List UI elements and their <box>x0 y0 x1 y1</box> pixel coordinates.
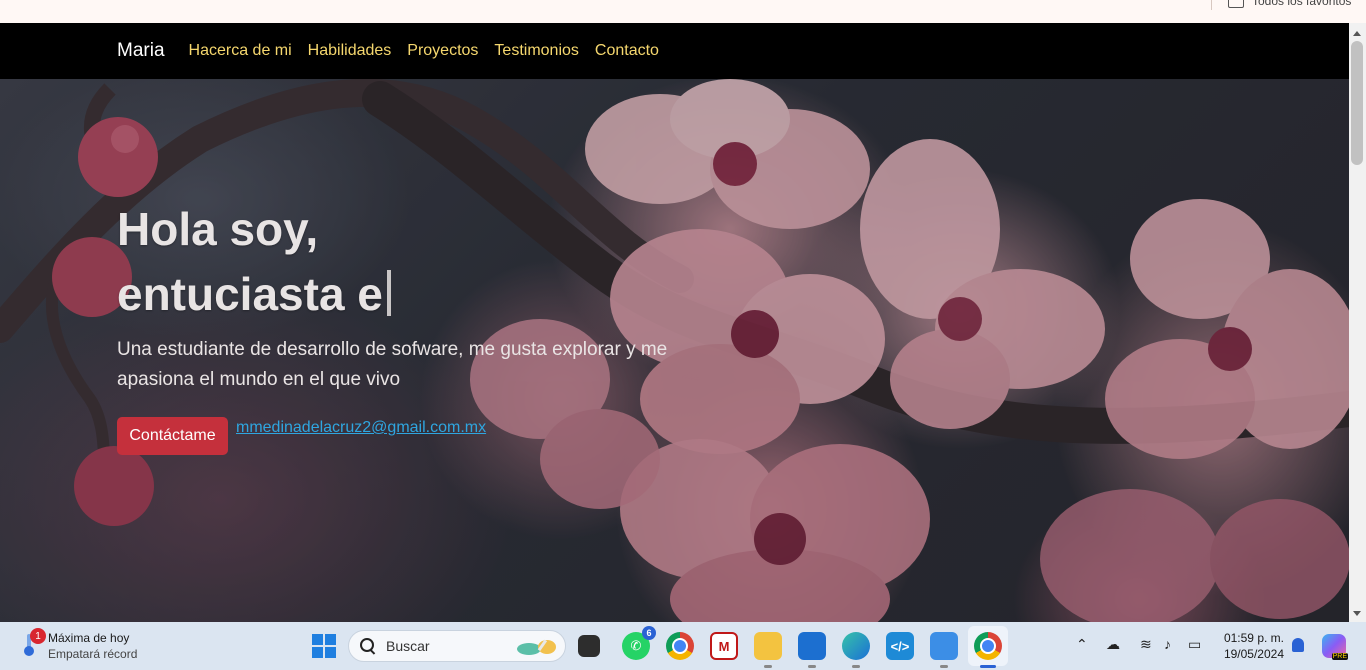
whatsapp-badge: 6 <box>642 626 656 640</box>
hero-description: Una estudiante de desarrollo de sofware,… <box>117 339 668 390</box>
contact-button[interactable]: Contáctame <box>117 417 228 455</box>
all-bookmarks-label: Todos los favoritos <box>1252 0 1352 8</box>
scroll-up-arrow-icon[interactable] <box>1353 31 1361 36</box>
vscode-icon[interactable]: </> <box>886 632 914 660</box>
weather-widget[interactable]: 1 Máxima de hoy Empatará récord <box>20 628 137 662</box>
nav-link-skills[interactable]: Habilidades <box>308 42 392 60</box>
clock-date: 19/05/2024 <box>1223 647 1284 661</box>
typing-text: entuciasta e <box>117 268 383 320</box>
hero-title: Hola soy, entuciasta e <box>117 197 737 327</box>
bookmarks-separator <box>1211 0 1212 10</box>
whatsapp-glyph: ✆ <box>630 638 642 653</box>
weather-alert-badge: 1 <box>30 628 46 644</box>
copilot-icon[interactable]: PRE <box>1322 634 1348 660</box>
notification-bell-icon[interactable] <box>1292 638 1304 652</box>
hero-section: Hola soy, entuciasta e Una estudiante de… <box>0 79 1349 622</box>
bookmarks-bar: Todos los favoritos <box>0 0 1366 23</box>
hero-actions: Contáctame mmedinadelacruz2@gmail.com.mx <box>117 417 737 455</box>
system-clock[interactable]: 01:59 p. m. 19/05/2024 <box>1212 630 1284 662</box>
nav-link-contact[interactable]: Contacto <box>595 42 659 60</box>
site-navbar: Maria Hacerca de mi Habilidades Proyecto… <box>0 23 1349 79</box>
clock-time: 01:59 p. m. <box>1223 631 1284 645</box>
folder-icon <box>1228 0 1244 8</box>
scroll-down-arrow-icon[interactable] <box>1353 611 1361 616</box>
thermometer-bulb <box>24 646 34 656</box>
all-bookmarks-button[interactable]: Todos los favoritos <box>1228 0 1351 8</box>
volume-icon[interactable]: ♪ <box>1164 636 1171 652</box>
page-viewport: Maria Hacerca de mi Habilidades Proyecto… <box>0 23 1349 622</box>
windows-start-icon[interactable] <box>312 634 336 658</box>
chrome-active-icon[interactable] <box>974 632 1002 668</box>
mcafee-icon[interactable]: M <box>710 632 738 660</box>
battery-icon[interactable]: ▭ <box>1188 636 1201 653</box>
page-scrollbar[interactable] <box>1349 23 1366 622</box>
wifi-icon[interactable]: ≋ <box>1140 636 1152 653</box>
copilot-badge: PRE <box>1331 653 1348 660</box>
cloud-off-icon[interactable]: ☁ <box>1106 636 1120 653</box>
file-explorer-icon[interactable] <box>754 632 782 668</box>
nav-link-testimonials[interactable]: Testimonios <box>494 42 578 60</box>
weather-text: Máxima de hoy Empatará récord <box>48 630 137 662</box>
nav-link-about[interactable]: Hacerca de mi <box>189 42 292 60</box>
search-highlight-icon <box>517 639 556 655</box>
notepad-icon[interactable] <box>930 632 958 668</box>
edge-icon[interactable] <box>842 632 870 668</box>
weather-subtitle: Empatará récord <box>48 647 138 661</box>
task-view-icon[interactable] <box>578 635 600 657</box>
email-link[interactable]: mmedinadelacruz2@gmail.com.mx <box>236 419 486 437</box>
scrollbar-thumb[interactable] <box>1351 41 1363 165</box>
hero-title-line2: entuciasta e <box>117 262 737 327</box>
search-icon <box>360 638 376 654</box>
hero-title-line1: Hola soy, <box>117 203 319 255</box>
microsoft-store-icon[interactable] <box>798 632 826 668</box>
chrome-icon[interactable] <box>666 632 694 660</box>
whatsapp-icon[interactable]: ✆ 6 <box>622 626 656 660</box>
nav-link-projects[interactable]: Proyectos <box>407 42 478 60</box>
thermometer-icon: 1 <box>20 628 46 658</box>
taskbar-search[interactable]: Buscar <box>348 630 566 662</box>
hero-content: Hola soy, entuciasta e Una estudiante de… <box>117 197 737 455</box>
search-placeholder: Buscar <box>386 638 430 654</box>
typing-cursor <box>386 270 391 316</box>
weather-title: Máxima de hoy <box>48 631 130 645</box>
chevron-up-icon[interactable]: ⌃ <box>1076 636 1088 653</box>
navbar-brand[interactable]: Maria <box>117 40 165 62</box>
windows-taskbar: 1 Máxima de hoy Empatará récord Buscar ✆… <box>0 622 1366 670</box>
